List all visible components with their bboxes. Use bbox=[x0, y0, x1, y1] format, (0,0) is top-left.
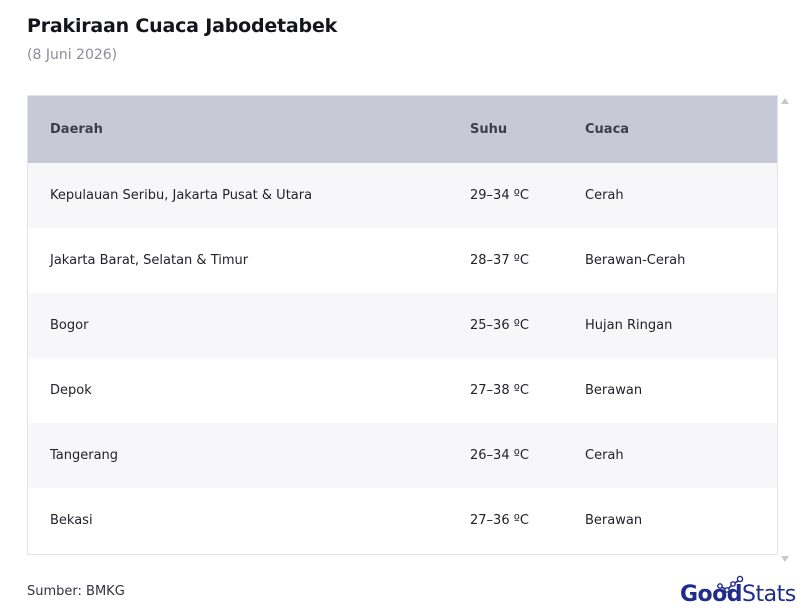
infographic: Prakiraan Cuaca Jabodetabek (8 Juni 2026… bbox=[0, 0, 808, 616]
goodstats-logo: GoodStats bbox=[680, 574, 798, 612]
page-subtitle-date: (8 Juni 2026) bbox=[27, 47, 118, 63]
cell-daerah: Jakarta Barat, Selatan & Timur bbox=[50, 253, 249, 268]
column-header-suhu[interactable]: Suhu bbox=[470, 122, 585, 137]
table-body: Kepulauan Seribu, Jakarta Pusat & Utara … bbox=[28, 163, 777, 553]
table-row: Kepulauan Seribu, Jakarta Pusat & Utara … bbox=[28, 163, 777, 228]
weather-table: Daerah Suhu Cuaca Kepulauan Seribu, Jaka… bbox=[27, 95, 778, 555]
scroll-down-arrow-icon[interactable] bbox=[781, 556, 789, 562]
cell-suhu: 26–34 ºC bbox=[470, 448, 529, 463]
cell-cuaca: Berawan bbox=[585, 383, 643, 398]
table-row: Jakarta Barat, Selatan & Timur 28–37 ºC … bbox=[28, 228, 777, 293]
page-title: Prakiraan Cuaca Jabodetabek bbox=[27, 15, 338, 37]
cell-suhu: 29–34 ºC bbox=[470, 188, 529, 203]
cell-daerah: Kepulauan Seribu, Jakarta Pusat & Utara bbox=[50, 188, 313, 203]
cell-suhu: 27–38 ºC bbox=[470, 383, 529, 398]
source-note: Sumber: BMKG bbox=[27, 584, 125, 599]
table-header-row: Daerah Suhu Cuaca bbox=[28, 96, 777, 163]
table-row: Bogor 25–36 ºC Hujan Ringan bbox=[28, 293, 777, 358]
cell-cuaca: Cerah bbox=[585, 188, 624, 203]
cell-cuaca: Berawan bbox=[585, 513, 643, 528]
cell-daerah: Depok bbox=[50, 383, 92, 398]
table-row: Bekasi 27–36 ºC Berawan bbox=[28, 488, 777, 553]
cell-daerah: Tangerang bbox=[50, 448, 119, 463]
cell-daerah: Bogor bbox=[50, 318, 89, 333]
cell-suhu: 27–36 ºC bbox=[470, 513, 529, 528]
table-row: Tangerang 26–34 ºC Cerah bbox=[28, 423, 777, 488]
cell-suhu: 28–37 ºC bbox=[470, 253, 529, 268]
trend-line-icon bbox=[717, 575, 744, 593]
cell-suhu: 25–36 ºC bbox=[470, 318, 529, 333]
cell-daerah: Bekasi bbox=[50, 513, 93, 528]
cell-cuaca: Cerah bbox=[585, 448, 624, 463]
cell-cuaca: Berawan-Cerah bbox=[585, 253, 686, 268]
scroll-up-arrow-icon[interactable] bbox=[781, 98, 789, 104]
cell-cuaca: Hujan Ringan bbox=[585, 318, 673, 333]
table-row: Depok 27–38 ºC Berawan bbox=[28, 358, 777, 423]
column-header-cuaca[interactable]: Cuaca bbox=[585, 122, 777, 137]
column-header-daerah[interactable]: Daerah bbox=[28, 122, 470, 137]
